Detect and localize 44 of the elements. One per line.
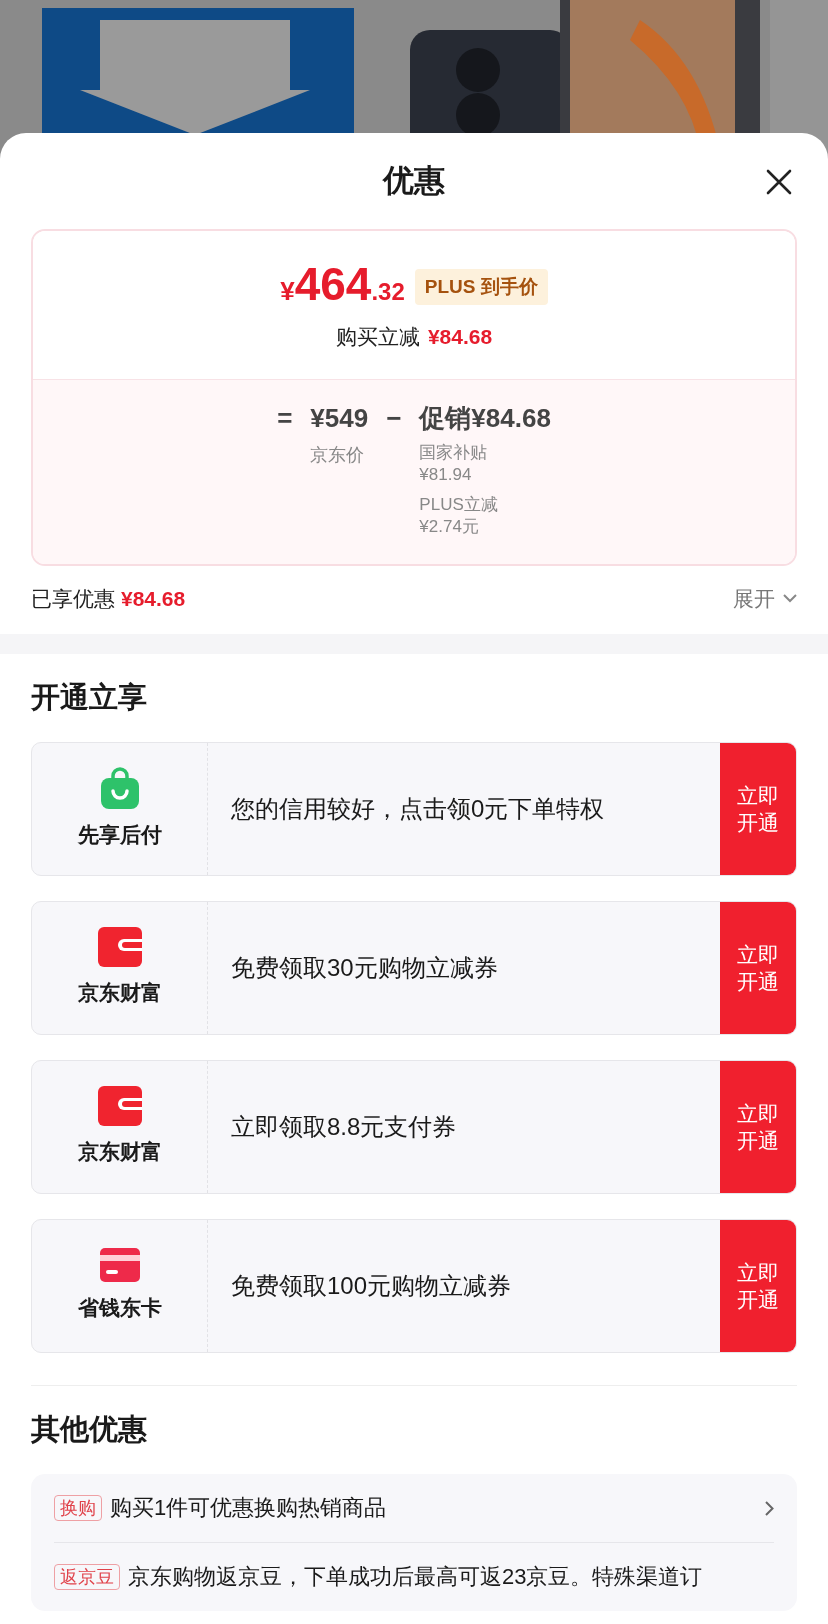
base-price: ¥549 (310, 401, 369, 434)
offer-text: 免费领取100元购物立减券 (231, 1270, 512, 1301)
activate-button[interactable]: 立即开通 (720, 1219, 796, 1352)
offer-name: 京东财富 (77, 1138, 162, 1165)
other-offer-row[interactable]: 返京豆 京东购物返京豆，下单成功后最高可返23京豆。特殊渠道订 (54, 1541, 774, 1611)
wallet-icon (97, 926, 142, 967)
discount-total: 促销¥84.68 (419, 401, 551, 434)
section-title: 开通立享 (31, 679, 147, 715)
sheet-title: 优惠 (383, 161, 445, 200)
offer-text: 免费领取30元购物立减券 (231, 952, 498, 983)
offer-tag: 返京豆 (54, 1563, 120, 1590)
offer-text: 您的信用较好，点击领0元下单特权 (231, 793, 605, 824)
offer-description: 购买1件可优惠换购热销商品 (110, 1493, 388, 1522)
chevron-right-icon (765, 1500, 774, 1516)
discount-label: 国家补贴 (419, 441, 488, 464)
reduction-label: 购买立减 (335, 324, 420, 350)
offer-text: 立即领取8.8元支付券 (231, 1111, 457, 1142)
price-tag: PLUS 到手价 (414, 268, 548, 305)
discount-value: ¥2.74元 (419, 515, 480, 538)
final-price: ¥464.32 (280, 261, 405, 307)
activate-button[interactable]: 立即开通 (720, 742, 796, 875)
discount-value: ¥81.94 (419, 463, 473, 486)
offer-description: 京东购物返京豆，下单成功后最高可返23京豆。特殊渠道订 (128, 1562, 704, 1591)
offer-name: 先享后付 (77, 821, 162, 848)
card-icon (99, 1247, 140, 1282)
reduction-value: ¥84.68 (427, 324, 493, 350)
expand-button[interactable]: 展开 (733, 582, 797, 615)
discount-label: PLUS立减 (419, 493, 498, 516)
offer-name: 京东财富 (77, 979, 162, 1006)
chevron-down-icon (783, 594, 797, 603)
other-offer-row[interactable]: 换购 购买1件可优惠换购热销商品 (54, 1473, 774, 1542)
close-icon[interactable] (766, 169, 792, 195)
shopping-bag-icon (99, 766, 140, 809)
enjoyed-value: ¥84.68 (121, 585, 186, 612)
wallet-icon (97, 1085, 142, 1126)
activate-button[interactable]: 立即开通 (720, 901, 796, 1034)
enjoyed-label: 已享优惠 (31, 585, 115, 612)
section-title: 其他优惠 (31, 1411, 147, 1447)
offer-tag: 换购 (54, 1494, 102, 1521)
equals-sign: = (277, 401, 293, 435)
base-price-label: 京东价 (310, 443, 365, 467)
activate-button[interactable]: 立即开通 (720, 1060, 796, 1193)
minus-sign: − (386, 401, 402, 435)
offer-name: 省钱东卡 (77, 1294, 162, 1321)
